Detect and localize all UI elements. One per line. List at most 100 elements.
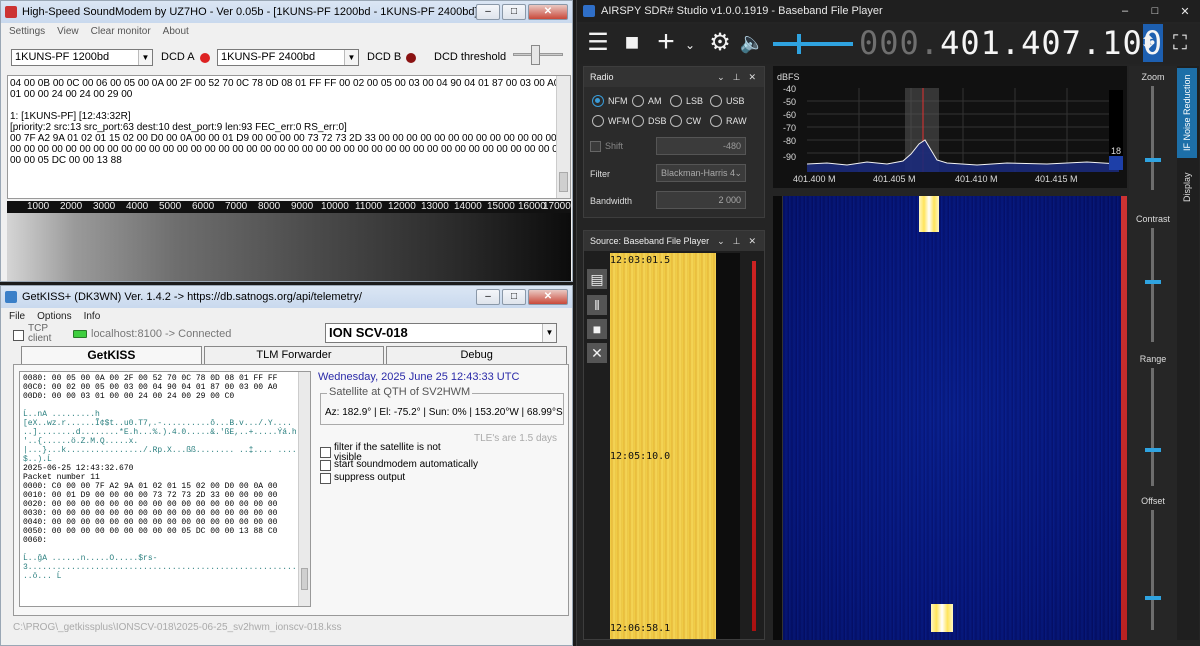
tab-if-noise-reduction[interactable]: IF Noise Reduction (1177, 68, 1197, 158)
mode-nfm[interactable]: NFM (592, 95, 628, 107)
monitor-scroll-thumb[interactable] (559, 172, 568, 192)
stop-icon[interactable]: ■ (619, 30, 645, 56)
pause-icon[interactable]: ‖ (587, 295, 607, 315)
close-icon[interactable]: ✕ (748, 72, 756, 83)
minimize-button[interactable]: – (476, 4, 500, 20)
maximize-button[interactable]: □ (502, 4, 526, 20)
filter-visible-checkbox[interactable] (320, 447, 331, 458)
volume-slider[interactable] (773, 34, 853, 54)
tab-debug[interactable]: Debug (386, 346, 568, 364)
menu-settings[interactable]: Settings (9, 26, 45, 37)
range-slider[interactable] (1145, 448, 1161, 452)
tools-icon[interactable]: ✕ (587, 343, 607, 363)
autostart-checkbox[interactable] (320, 460, 331, 471)
offset-slider[interactable] (1145, 596, 1161, 600)
shift-checkbox[interactable] (590, 141, 601, 152)
spectrum-area[interactable]: dBFS -40 -50 -60 -70 -80 -90 401.400 M 4… (773, 66, 1127, 188)
getkiss-titlebar[interactable]: GetKISS+ (DK3WN) Ver. 1.4.2 -> https://d… (1, 286, 572, 308)
tab-display[interactable]: Display (1177, 162, 1197, 212)
menu-file[interactable]: File (9, 311, 25, 322)
offset-track[interactable] (1151, 510, 1154, 630)
close-button[interactable]: ✕ (1170, 5, 1200, 18)
add-icon[interactable]: + (653, 27, 679, 57)
frequency-leading-digits: 000. (859, 24, 941, 62)
frequency-display[interactable]: 000.401.407.100 (859, 24, 1163, 62)
mode-usb[interactable]: USB (710, 95, 745, 107)
bandwidth-input[interactable]: 2 000 (656, 191, 746, 209)
log-line: 00C0: 00 02 00 05 00 03 00 04 90 04 01 8… (23, 383, 278, 392)
modem-a-select[interactable]: 1KUNS-PF 1200bd ▼ (11, 49, 153, 66)
frequency-step-icon[interactable]: ⬍ (1137, 30, 1159, 56)
dcd-threshold-slider[interactable] (511, 43, 567, 69)
speaker-icon[interactable]: 🔈 (739, 30, 765, 56)
mode-dsb[interactable]: DSB (632, 115, 667, 127)
range-track[interactable] (1151, 368, 1154, 486)
contrast-slider[interactable] (1145, 280, 1161, 284)
menu-info[interactable]: Info (84, 311, 101, 322)
zoom-track[interactable] (1151, 86, 1154, 190)
soundmodem-titlebar[interactable]: High-Speed SoundModem by UZ7HO - Ver 0.0… (1, 1, 572, 23)
waterfall-scrollbar[interactable] (1121, 196, 1127, 640)
shift-input[interactable]: -480 (656, 137, 746, 155)
mode-wfm[interactable]: WFM (592, 115, 630, 127)
maximize-button[interactable]: □ (1140, 5, 1170, 17)
fullscreen-icon[interactable]: ⛶ (1167, 30, 1193, 56)
monitor-line: [priority:2 src:13 src_port:63 dest:10 d… (10, 122, 347, 133)
log-line: |...}...k................/.Rp.X...ßß....… (23, 446, 311, 455)
chevron-down-icon[interactable]: ⌄ (717, 72, 725, 83)
radio-icon (670, 115, 682, 127)
menu-about[interactable]: About (163, 26, 189, 37)
log-scroll-thumb[interactable] (301, 568, 308, 590)
close-button[interactable]: ✕ (528, 4, 568, 20)
chevron-down-icon: ▼ (542, 324, 556, 342)
mode-label: DSB (648, 116, 667, 126)
tcp-client-checkbox[interactable] (13, 330, 24, 341)
log-line: $..).Ĺ (23, 455, 52, 464)
log-line: 0050: 00 00 00 00 00 00 00 00 00 05 DC 0… (23, 527, 278, 536)
stop-icon[interactable]: ■ (587, 319, 607, 339)
baseband-waterfall[interactable]: 12:03:01.5 12:05:10.0 12:06:58.1 (610, 253, 740, 639)
chevron-down-icon[interactable]: ⌄ (717, 236, 725, 247)
volume-knob[interactable] (797, 34, 801, 54)
menu-options[interactable]: Options (37, 311, 71, 322)
monitor-line: 1: [1KUNS-PF] [12:43:32R] (10, 111, 131, 122)
sdr-waterfall[interactable] (773, 196, 1127, 640)
satellite-select[interactable]: ION SCV-018 ▼ (325, 323, 557, 343)
db-tick: -60 (783, 110, 797, 120)
close-icon[interactable]: ✕ (748, 236, 756, 247)
log-line: 3.......................................… (23, 563, 302, 572)
maximize-button[interactable]: □ (502, 289, 526, 305)
log-scrollbar[interactable] (298, 372, 310, 606)
sdr-titlebar[interactable]: AIRSPY SDR# Studio v1.0.0.1919 - Baseban… (577, 0, 1200, 22)
zoom-slider[interactable] (1145, 158, 1161, 162)
db-tick: -40 (783, 84, 797, 94)
modem-b-select[interactable]: 1KUNS-PF 2400bd ▼ (217, 49, 359, 66)
mode-am[interactable]: AM (632, 95, 662, 107)
mode-lsb[interactable]: LSB (670, 95, 703, 107)
menu-clear-monitor[interactable]: Clear monitor (91, 26, 151, 37)
pin-icon[interactable]: ⊥ (733, 236, 741, 247)
filter-select[interactable]: Blackman-Harris 4 ⌄ (656, 164, 746, 182)
contrast-track[interactable] (1151, 228, 1154, 342)
hamburger-menu-icon[interactable]: ☰ (585, 30, 611, 56)
suppress-output-checkbox[interactable] (320, 473, 331, 484)
mode-cw[interactable]: CW (670, 115, 701, 127)
sdr-toolbar: ☰ ■ + ⌄ ⚙ 🔈 000.401.407.100 ⬍ ⛶ (577, 24, 1200, 64)
chevron-down-icon[interactable]: ⌄ (683, 32, 697, 58)
minimize-button[interactable]: – (476, 289, 500, 305)
monitor-textbox[interactable]: 04 00 0B 00 0C 00 06 00 05 00 0A 00 2F 0… (7, 75, 571, 199)
menu-view[interactable]: View (57, 26, 79, 37)
tab-tlm-forwarder[interactable]: TLM Forwarder (203, 346, 385, 364)
monitor-scrollbar[interactable] (556, 76, 570, 198)
mode-raw[interactable]: RAW (710, 115, 747, 127)
minimize-button[interactable]: – (1110, 5, 1140, 17)
open-file-icon[interactable]: ▤ (587, 269, 607, 289)
packet-log[interactable]: 0080: 00 05 00 0A 00 2F 00 52 70 0C 78 0… (19, 371, 311, 607)
pin-icon[interactable]: ⊥ (733, 72, 741, 83)
scale-tick: 8000 (258, 201, 281, 212)
tab-getkiss[interactable]: GetKISS (21, 346, 202, 364)
close-button[interactable]: ✕ (528, 289, 568, 305)
gear-icon[interactable]: ⚙ (707, 30, 733, 56)
audio-waterfall[interactable]: 1000 2000 3000 4000 5000 6000 7000 8000 … (7, 201, 571, 281)
